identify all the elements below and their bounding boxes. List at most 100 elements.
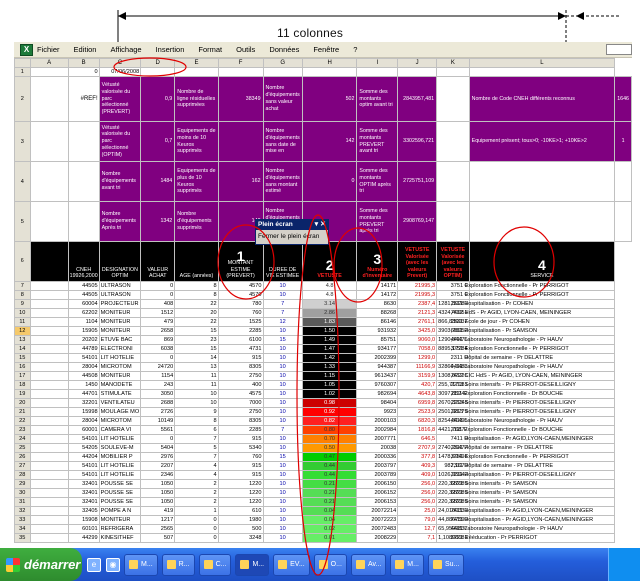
cell-inventaire[interactable]: 14172	[356, 290, 399, 300]
cell-service[interactable]: 2111 Exploration Fonctionnelle - Dr BOUC…	[448, 389, 596, 399]
column-header-g[interactable]: G	[262, 58, 303, 68]
header-b[interactable]: CNEH 19926,2000	[67, 241, 100, 282]
row-header[interactable]: 15	[14, 353, 31, 363]
cell-duree-vie[interactable]: 15	[262, 452, 303, 462]
close-icon[interactable]: ▾ ✕	[315, 220, 326, 230]
cell-valeur-achat[interactable]: 5561	[140, 425, 176, 435]
cell-a[interactable]	[29, 452, 69, 462]
cell-montant-estime[interactable]: 2285	[217, 326, 264, 336]
label-f3[interactable]: Nombre d'équipements sans date de mise e…	[262, 121, 303, 162]
menu-format[interactable]: Format	[198, 45, 222, 54]
column-header-e[interactable]: E	[174, 58, 219, 68]
cell-designation[interactable]: SOULEVE-M	[98, 443, 142, 453]
value-e4[interactable]: 162	[217, 161, 264, 202]
cell-designation[interactable]: ETUVE BAC	[98, 335, 142, 345]
cell-vetuste[interactable]: 0.82	[301, 416, 358, 426]
cell-duree-vie[interactable]: 10	[262, 443, 303, 453]
cell-montant-estime[interactable]: 2750	[217, 407, 264, 417]
value-i5[interactable]: 2908769,147	[397, 201, 438, 242]
cell-montant-estime[interactable]: 3248	[217, 533, 264, 543]
label-c3[interactable]: Vétusté valorisée du parc sélectionné (O…	[98, 121, 142, 162]
cell-cneh[interactable]: 32401	[67, 497, 100, 507]
cell-age[interactable]: 0	[174, 533, 219, 543]
cell-vetuste-prevert[interactable]: 6820,3	[397, 416, 438, 426]
row-header[interactable]: 10	[14, 308, 31, 318]
cell-vetuste[interactable]: 0.01	[301, 533, 358, 543]
label-h4[interactable]: Somme des montants OPTIM après tri	[356, 161, 399, 202]
cell-duree-vie[interactable]: 10	[262, 497, 303, 507]
cell-vetuste[interactable]: 1.42	[301, 353, 358, 363]
cell-vetuste[interactable]: 0.50	[301, 443, 358, 453]
cell-duree-vie[interactable]: 10	[262, 380, 303, 390]
row-header[interactable]: 26	[14, 452, 31, 462]
menu-insertion[interactable]: Insertion	[156, 45, 185, 54]
taskbar-task-button[interactable]: R...	[161, 553, 195, 576]
cell-duree-vie[interactable]: 10	[262, 398, 303, 408]
cell-cneh[interactable]: 15998	[67, 407, 100, 417]
cell-vetuste-prevert[interactable]: 7,1	[397, 533, 438, 543]
close-fullscreen-button[interactable]: Fermer le plein écran	[256, 230, 328, 240]
row-header[interactable]: 2	[14, 76, 31, 122]
cell-age[interactable]: 8	[174, 290, 219, 300]
value-l2[interactable]: 1646	[614, 76, 632, 122]
cell-designation[interactable]: KINESITHEF	[98, 533, 142, 543]
column-header-d[interactable]: D	[140, 58, 176, 68]
row-header[interactable]: 8	[14, 290, 31, 300]
cell-valeur-achat[interactable]: 0	[140, 434, 176, 444]
cell-vetuste-prevert[interactable]: 256,0	[397, 497, 438, 507]
cell-service[interactable]: 2213 Soins intensifs - Pr PIERROT-DESEIL…	[448, 407, 596, 417]
row-header[interactable]: 22	[14, 416, 31, 426]
taskbar-task-button[interactable]: O...	[313, 553, 347, 576]
cell-inventaire[interactable]: 20038	[356, 443, 399, 453]
row-header[interactable]: 17	[14, 371, 31, 381]
cell-age[interactable]: 8	[174, 416, 219, 426]
cell-service[interactable]: 3751 Exploration Fonctionnelle - Pr PERR…	[448, 344, 596, 354]
value-c5[interactable]: 1342	[140, 201, 176, 242]
cell-service[interactable]: 6821 Soins intensifs - Pr SAMSON	[448, 488, 596, 498]
cell-designation[interactable]: MOBILIER P	[98, 452, 142, 462]
cell-age[interactable]: 0	[174, 515, 219, 525]
cell-vetuste-prevert[interactable]: 12,7	[397, 524, 438, 534]
header-e[interactable]: AGE (années)	[174, 241, 219, 282]
cell-age[interactable]: 7	[174, 452, 219, 462]
cell-inventaire[interactable]: 2003789	[356, 470, 399, 480]
cell-montant-estime[interactable]: 4570	[217, 290, 264, 300]
cell-age[interactable]: 6	[174, 425, 219, 435]
cell-service[interactable]: 2511 Hospitalisation - Pr COHEN	[448, 299, 596, 309]
cell-a1[interactable]	[29, 67, 69, 77]
cell-service[interactable]: 3751 Exploration Fonctionnelle - Pr PERR…	[448, 290, 596, 300]
cell-montant-estime[interactable]: 1220	[217, 488, 264, 498]
cell-b2[interactable]: #REF!	[67, 76, 100, 122]
cell-duree-vie[interactable]: 10	[262, 326, 303, 336]
cell-montant-estime[interactable]: 8305	[217, 416, 264, 426]
cell-service[interactable]: 2311 Hôpital de semaine - Pr DELATTRE	[448, 443, 596, 453]
cell-vetuste-prevert[interactable]: 1816,8	[397, 425, 438, 435]
cell-valeur-achat[interactable]: 2726	[140, 407, 176, 417]
cell-a[interactable]	[29, 470, 69, 480]
cell-cneh[interactable]: 44505	[67, 281, 100, 291]
cell-designation[interactable]: MONITEUR	[98, 515, 142, 525]
cell-a[interactable]	[29, 524, 69, 534]
label-c4[interactable]: Nombre d'équipements avant tri	[98, 161, 142, 202]
cell-valeur-achat[interactable]: 2346	[140, 470, 176, 480]
cell-designation[interactable]: MICROTOM	[98, 416, 142, 426]
cell-designation[interactable]: POUSSE SE	[98, 497, 142, 507]
cell-vetuste[interactable]: 0.21	[301, 479, 358, 489]
label-h5[interactable]: Somme des montants PREVERT après tri	[356, 201, 399, 242]
cell-service[interactable]: 2531 Ecole de jour - Pr COHEN	[448, 317, 596, 327]
cell-cneh[interactable]: 32405	[67, 506, 100, 516]
cell-vetuste[interactable]: 0.21	[301, 497, 358, 507]
menu-outils[interactable]: Outils	[236, 45, 255, 54]
cell-montant-estime[interactable]: 6100	[217, 335, 264, 345]
cell-duree-vie[interactable]: 12	[262, 317, 303, 327]
cell-cneh[interactable]: 54101	[67, 461, 100, 471]
cell-inventaire[interactable]: 2003797	[356, 461, 399, 471]
cell-vetuste-prevert[interactable]: 3425,0	[397, 326, 438, 336]
cell-cneh[interactable]: 28004	[67, 362, 100, 372]
cell-inventaire[interactable]: 2007771	[356, 434, 399, 444]
cell-vetuste[interactable]: 0.21	[301, 488, 358, 498]
cell-service[interactable]: 4411 Laboratoire Neuropathologie - Pr HA…	[448, 362, 596, 372]
cell-b1[interactable]: 0	[67, 67, 100, 77]
cell-vetuste-prevert[interactable]: 21995,3	[397, 281, 438, 291]
label-c2[interactable]: Vétusté valorisée du parc sélectionné (P…	[98, 76, 142, 122]
